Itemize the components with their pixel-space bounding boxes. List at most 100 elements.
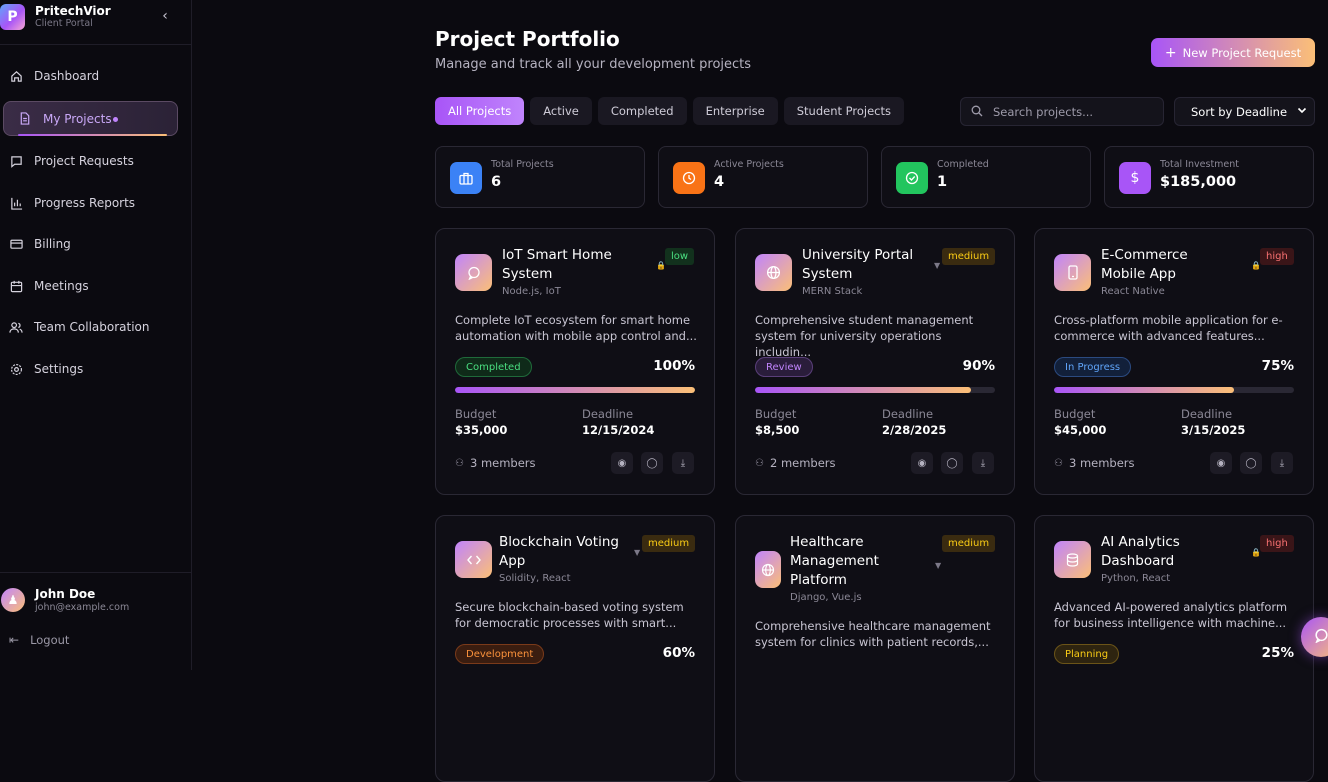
gear-icon [9,362,23,376]
chevron-down-icon [1297,104,1307,118]
nav-label: Billing [34,237,71,251]
brand-subtitle: Client Portal [35,18,93,29]
chat-icon [1314,628,1328,647]
progress-fill [455,387,695,393]
project-card-blockchain-voting[interactable]: Blockchain Voting App Solidity, React ▼ … [435,515,715,782]
chat-icon: ◯ [646,458,657,469]
progress-percent: 60% [663,645,695,661]
tab-all-projects[interactable]: All Projects [435,97,524,125]
comment-button[interactable]: ◯ [1240,452,1262,474]
stat-value: $185,000 [1160,174,1236,190]
status-badge: Planning [1054,644,1119,664]
project-tech: React Native [1101,286,1165,297]
project-title: Healthcare Management Platform [790,533,925,590]
stat-card-completed: Completed 1 [881,146,1091,208]
sort-label: Sort by Deadline [1191,105,1287,119]
logout-button[interactable]: ⇤ Logout [9,633,69,647]
graduation-cap-icon: ▼ [634,548,640,557]
view-button[interactable]: ◉ [611,452,633,474]
view-button[interactable]: ◉ [911,452,933,474]
download-button[interactable]: ⤓ [672,452,694,474]
budget-value: $45,000 [1054,423,1106,437]
priority-badge: low [665,248,694,265]
search-box[interactable] [960,97,1164,126]
sort-select[interactable]: Sort by Deadline [1174,97,1315,126]
nav-label: Team Collaboration [34,320,150,334]
download-button[interactable]: ⤓ [1271,452,1293,474]
view-button[interactable]: ◉ [1210,452,1232,474]
stat-label: Total Investment [1160,159,1239,170]
filter-tabs: All Projects Active Completed Enterprise… [435,97,904,125]
members-label: 3 members [470,456,536,470]
users-icon [9,320,23,334]
status-badge: Completed [455,357,532,377]
page-subtitle: Manage and track all your development pr… [435,57,751,72]
nav-meetings[interactable]: Meetings [0,271,191,301]
status-badge: Development [455,644,544,664]
project-description: Secure blockchain-based voting system fo… [455,599,697,631]
project-card-healthcare-platform[interactable]: Healthcare Management Platform Django, V… [735,515,1015,782]
stat-value: 1 [937,174,947,190]
nav-team-collaboration[interactable]: Team Collaboration [0,312,191,342]
download-button[interactable]: ⤓ [972,452,994,474]
collapse-sidebar-icon[interactable]: ‹ [158,8,172,24]
user-email: john@example.com [35,602,129,613]
stat-card-total-projects: Total Projects 6 [435,146,645,208]
eye-icon: ◉ [918,458,927,469]
members-label: 2 members [770,456,836,470]
priority-badge: high [1260,248,1294,265]
eye-icon: ◉ [618,458,627,469]
tab-active[interactable]: Active [530,97,592,125]
progress-percent: 75% [1262,358,1294,374]
project-card-ai-analytics[interactable]: AI Analytics Dashboard Python, React 🔒 h… [1034,515,1314,782]
project-card-iot-smart-home[interactable]: IoT Smart Home System Node.js, IoT 🔒 low… [435,228,715,495]
budget-value: $8,500 [755,423,799,437]
project-tech: MERN Stack [802,286,862,297]
new-project-request-button[interactable]: + New Project Request [1151,38,1315,67]
progress-percent: 90% [963,358,995,374]
project-tech: Solidity, React [499,573,571,584]
nav-label: Dashboard [34,69,99,83]
globe-icon [755,254,792,291]
brand-name: PritechVior [35,4,111,18]
nav-project-requests[interactable]: Project Requests [0,146,191,176]
project-title: University Portal System [802,246,937,284]
budget-value: $35,000 [455,423,507,437]
nav-label: Progress Reports [34,196,135,210]
nav-label: Meetings [34,279,89,293]
tab-completed[interactable]: Completed [598,97,687,125]
project-card-university-portal[interactable]: University Portal System MERN Stack ▼ me… [735,228,1015,495]
tab-enterprise[interactable]: Enterprise [693,97,778,125]
clock-icon [673,162,705,194]
logout-label: Logout [30,633,69,647]
nav-billing[interactable]: Billing [0,229,191,259]
comment-button[interactable]: ◯ [941,452,963,474]
nav-settings[interactable]: Settings [0,354,191,384]
brand-logo: P [0,4,25,30]
briefcase-icon [450,162,482,194]
priority-badge: medium [642,535,695,552]
nav-my-projects[interactable]: My Projects [3,101,178,136]
chat-icon: ◯ [1245,458,1256,469]
status-badge: In Progress [1054,357,1131,377]
active-indicator-dot [113,117,118,122]
users-icon: ⚇ [755,458,764,469]
progress-bar [455,387,695,393]
project-description: Comprehensive student management system … [755,312,997,360]
search-input[interactable] [993,105,1153,119]
tab-student-projects[interactable]: Student Projects [784,97,904,125]
comment-button[interactable]: ◯ [641,452,663,474]
project-title: IoT Smart Home System [502,246,637,284]
project-tech: Node.js, IoT [502,286,561,297]
avatar[interactable]: ♟ [1,588,25,612]
nav-progress-reports[interactable]: Progress Reports [0,188,191,218]
nav-dashboard[interactable]: Dashboard [0,61,191,91]
sidebar: P PritechVior Client Portal ‹ Dashboard … [0,0,192,670]
check-circle-icon [896,162,928,194]
stat-label: Completed [937,159,989,170]
project-description: Advanced AI-powered analytics platform f… [1054,599,1296,631]
project-description: Comprehensive healthcare management syst… [755,618,997,650]
project-card-ecommerce-mobile[interactable]: E-Commerce Mobile App React Native 🔒 hig… [1034,228,1314,495]
deadline-label: Deadline [1181,407,1232,421]
nav-label: Project Requests [34,154,134,168]
